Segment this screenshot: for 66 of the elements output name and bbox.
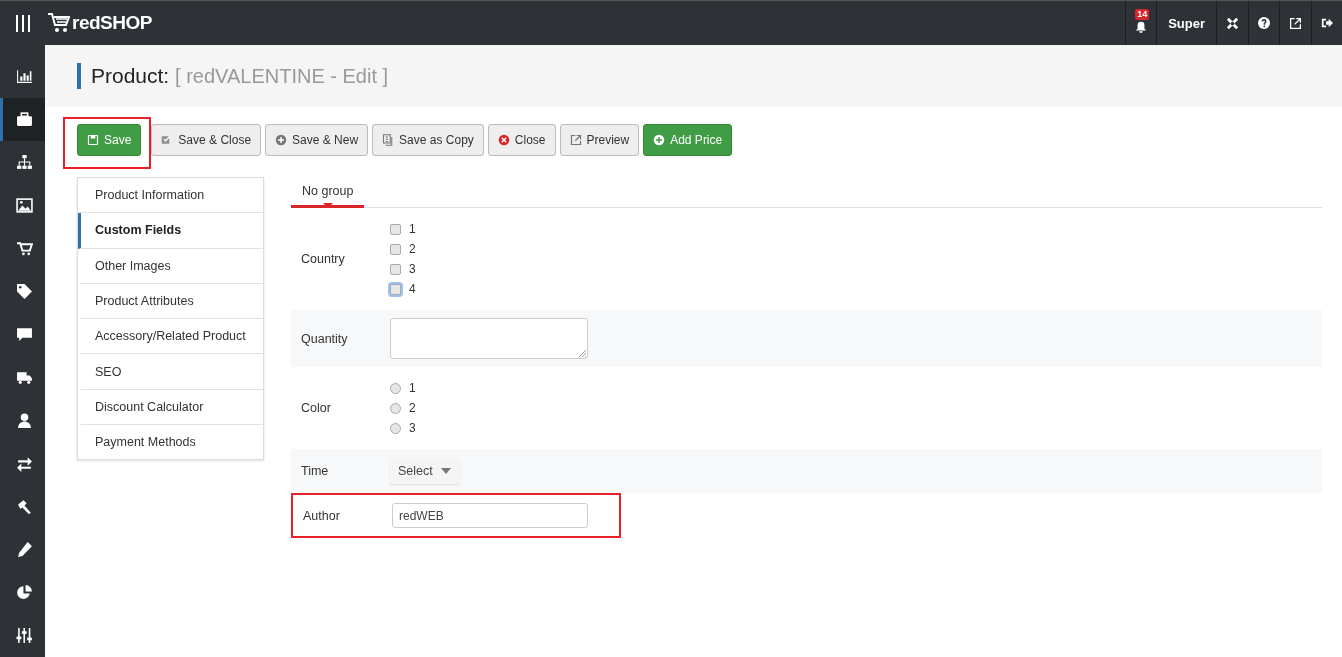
button-icon — [497, 134, 510, 146]
sidebar-icon — [15, 627, 33, 644]
external-link-icon — [1289, 16, 1302, 30]
sidebar-icon — [15, 326, 33, 343]
toolbar-button[interactable]: Preview — [559, 124, 640, 156]
checkbox[interactable] — [390, 263, 401, 275]
toolbar-button[interactable]: Close — [487, 124, 556, 156]
option-label: 1 — [409, 381, 416, 395]
sign-out-icon — [1321, 17, 1333, 29]
toolbar-button[interactable]: Save as Copy — [372, 124, 484, 156]
sidebar-icon — [15, 154, 33, 171]
toolbar-button[interactable]: Save & Close — [151, 124, 262, 156]
page-title: Product: [ redVALENTINE - Edit ] — [77, 63, 389, 89]
side-tab[interactable]: SEO — [78, 354, 263, 390]
side-tab[interactable]: Discount Calculator — [78, 389, 263, 426]
side-tab[interactable]: Product Information — [78, 178, 263, 214]
select-dropdown[interactable]: Select — [390, 458, 459, 484]
sidebar-icon — [15, 455, 33, 472]
sidebar-item[interactable] — [0, 98, 45, 141]
button-icon — [87, 134, 99, 146]
checkbox[interactable] — [390, 243, 401, 255]
sidebar-icon — [15, 197, 33, 214]
toolbar-button[interactable]: Save & New — [265, 124, 369, 156]
field-label: Quantity — [301, 331, 349, 346]
button-icon — [382, 134, 395, 146]
sidebar-icon — [15, 369, 33, 386]
checkbox[interactable] — [390, 283, 401, 295]
side-tab[interactable]: Payment Methods — [78, 425, 263, 460]
side-tab[interactable]: Product Attributes — [78, 283, 263, 320]
notification-badge: 14 — [1135, 9, 1150, 20]
radio-button[interactable] — [390, 402, 401, 414]
button-icon — [653, 134, 666, 146]
option-label: 2 — [409, 242, 416, 256]
field-label: Time — [301, 464, 330, 478]
sidebar-icon — [15, 111, 33, 128]
option-label: 2 — [409, 401, 416, 415]
brand-name: redSHOP — [72, 12, 152, 34]
option-label: 3 — [409, 421, 416, 435]
text-input[interactable]: redWEB — [392, 503, 588, 528]
option-label: 3 — [409, 262, 416, 276]
resize-grip-icon[interactable] — [578, 349, 586, 357]
help-icon — [1258, 17, 1270, 29]
cross-logo-icon — [1226, 16, 1239, 30]
field-label: Color — [301, 401, 332, 415]
cart-icon — [48, 13, 70, 33]
sidebar-icon — [15, 283, 33, 300]
caret-icon — [440, 468, 451, 474]
sidebar-icon — [15, 498, 33, 515]
side-tab[interactable]: Other Images — [78, 248, 263, 284]
button-icon — [569, 134, 582, 146]
sidebar-icon — [15, 68, 33, 85]
field-label: Country — [301, 252, 346, 266]
side-tab[interactable]: Accessory/Related Product — [78, 319, 263, 355]
checkbox[interactable] — [390, 223, 401, 235]
sidebar-icon — [15, 584, 33, 601]
sidebar-icon — [15, 412, 33, 429]
button-icon — [275, 134, 288, 146]
bell-icon — [1135, 21, 1148, 33]
radio-button[interactable] — [390, 422, 401, 434]
option-label: 4 — [409, 282, 416, 296]
side-tab[interactable]: Custom Fields — [78, 213, 263, 249]
sidebar-icon — [15, 240, 33, 257]
field-label: Author — [303, 508, 341, 523]
sidebar-icon — [15, 541, 33, 558]
option-label: 1 — [409, 222, 416, 236]
radio-button[interactable] — [390, 382, 401, 394]
